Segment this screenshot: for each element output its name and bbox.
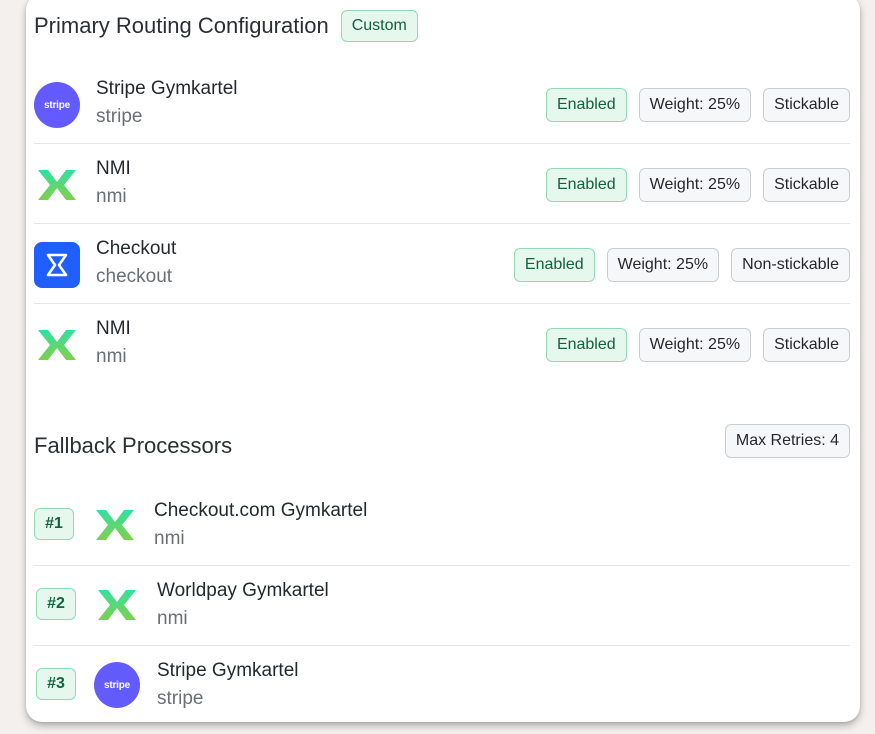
- status-badge[interactable]: Enabled: [545, 88, 627, 122]
- checkout-logo-icon: [34, 242, 80, 288]
- sticky-badge[interactable]: Non-stickable: [731, 248, 850, 282]
- fallback-processor-row[interactable]: #2 Worldpay Gymkartel nmi: [34, 566, 850, 646]
- fallback-processor-row[interactable]: #3 stripe Stripe Gymkartel stripe: [34, 646, 850, 722]
- rank-badge: #3: [36, 668, 76, 700]
- fallback-section-header: Fallback Processors: [34, 433, 232, 459]
- processor-tags: Enabled Weight: 25% Stickable: [545, 328, 850, 362]
- weight-badge[interactable]: Weight: 25%: [638, 328, 752, 362]
- primary-section-header: Primary Routing Configuration Custom: [34, 10, 418, 42]
- processor-name: Checkout.com Gymkartel: [154, 500, 368, 521]
- nmi-logo-icon: [34, 322, 80, 368]
- processor-tags: Enabled Weight: 25% Stickable: [545, 88, 850, 122]
- routing-card: Primary Routing Configuration Custom str…: [26, 0, 860, 722]
- max-retries-badge[interactable]: Max Retries: 4: [724, 424, 850, 458]
- processor-name: Stripe Gymkartel: [96, 78, 238, 99]
- processor-type: nmi: [96, 346, 127, 367]
- nmi-logo-icon: [92, 502, 138, 548]
- stripe-logo-icon: stripe: [34, 82, 80, 128]
- primary-processor-row[interactable]: stripe Stripe Gymkartel stripe Enabled W…: [34, 64, 850, 144]
- primary-processor-row[interactable]: Checkout checkout Enabled Weight: 25% No…: [34, 224, 850, 304]
- processor-name: NMI: [96, 158, 131, 179]
- processor-type: nmi: [154, 528, 185, 549]
- nmi-logo-icon: [94, 582, 140, 628]
- sticky-badge[interactable]: Stickable: [763, 88, 850, 122]
- status-badge[interactable]: Enabled: [545, 328, 627, 362]
- sticky-badge[interactable]: Stickable: [763, 328, 850, 362]
- processor-name: Worldpay Gymkartel: [157, 580, 329, 601]
- processor-name: NMI: [96, 318, 131, 339]
- fallback-section-title: Fallback Processors: [34, 433, 233, 458]
- processor-type: stripe: [157, 688, 204, 709]
- processor-type: stripe: [96, 106, 143, 127]
- primary-processor-row[interactable]: NMI nmi Enabled Weight: 25% Stickable: [34, 144, 850, 224]
- primary-section-title: Primary Routing Configuration: [34, 13, 329, 38]
- stripe-logo-icon: stripe: [94, 662, 140, 708]
- processor-type: nmi: [96, 186, 127, 207]
- status-badge[interactable]: Enabled: [545, 168, 627, 202]
- custom-badge[interactable]: Custom: [340, 10, 418, 42]
- processor-tags: Enabled Weight: 25% Non-stickable: [513, 248, 850, 282]
- primary-processor-row[interactable]: NMI nmi Enabled Weight: 25% Stickable: [34, 304, 850, 384]
- processor-tags: Enabled Weight: 25% Stickable: [545, 168, 850, 202]
- status-badge[interactable]: Enabled: [513, 248, 595, 282]
- weight-badge[interactable]: Weight: 25%: [638, 168, 752, 202]
- processor-name: Stripe Gymkartel: [157, 660, 299, 681]
- processor-type: checkout: [96, 266, 173, 287]
- rank-badge: #1: [34, 508, 74, 540]
- processor-type: nmi: [157, 608, 188, 629]
- weight-badge[interactable]: Weight: 25%: [606, 248, 720, 282]
- processor-name: Checkout: [96, 238, 177, 259]
- sticky-badge[interactable]: Stickable: [763, 168, 850, 202]
- nmi-logo-icon: [34, 162, 80, 208]
- weight-badge[interactable]: Weight: 25%: [638, 88, 752, 122]
- rank-badge: #2: [36, 588, 76, 620]
- fallback-processor-row[interactable]: #1 Checkout.com Gymkartel nmi: [34, 486, 850, 566]
